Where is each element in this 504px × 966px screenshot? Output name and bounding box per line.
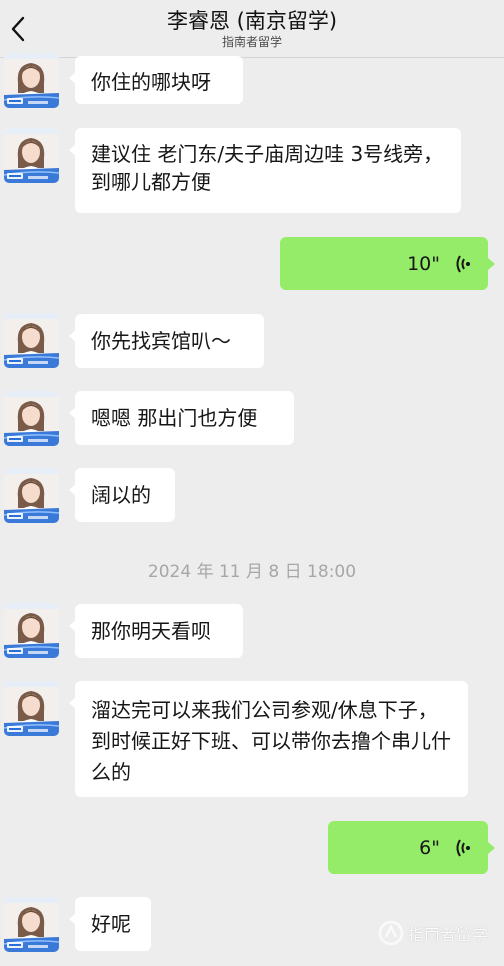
message-bubble-incoming[interactable]: 你先找宾馆叭～ bbox=[69, 314, 264, 368]
contact-avatar[interactable] bbox=[4, 313, 59, 368]
chat-timestamp: 2024 年 11 月 8 日 18:00 bbox=[147, 562, 357, 582]
voice-wave-icon bbox=[456, 254, 470, 273]
contact-avatar[interactable] bbox=[4, 681, 59, 736]
contact-avatar[interactable] bbox=[4, 468, 59, 523]
contact-avatar[interactable] bbox=[4, 897, 59, 952]
voice-message-outgoing[interactable]: 6" bbox=[328, 821, 495, 874]
chat-header: 李睿恩 (南京留学) 指南者留学 bbox=[0, 0, 504, 58]
voice-duration: 10" bbox=[407, 252, 440, 275]
voice-duration: 6" bbox=[419, 836, 440, 859]
voice-wave-icon bbox=[456, 838, 470, 857]
contact-avatar[interactable] bbox=[4, 128, 59, 183]
contact-avatar[interactable] bbox=[4, 53, 59, 108]
message-bubble-incoming[interactable]: 溜达完可以来我们公司参观/休息下子，到时候正好下班、可以带你去撸个串儿什么的 bbox=[69, 681, 468, 797]
watermark-logo-icon bbox=[378, 920, 404, 946]
message-bubble-incoming[interactable]: 嗯嗯 那出门也方便 bbox=[69, 391, 294, 445]
message-bubble-incoming[interactable]: 那你明天看呗 bbox=[69, 604, 243, 658]
voice-message-outgoing[interactable]: 10" bbox=[280, 237, 495, 290]
contact-avatar[interactable] bbox=[4, 603, 59, 658]
watermark-text: 指南者留学 bbox=[408, 925, 489, 944]
message-bubble-incoming[interactable]: 阔以的 bbox=[69, 468, 175, 522]
chat-subtitle: 指南者留学 bbox=[221, 35, 282, 49]
watermark: 指南者留学 bbox=[378, 918, 498, 948]
chat-title[interactable]: 李睿恩 (南京留学) bbox=[0, 8, 504, 34]
contact-avatar[interactable] bbox=[4, 391, 59, 446]
message-bubble-incoming[interactable]: 好呢 bbox=[69, 897, 151, 951]
message-bubble-incoming[interactable]: 你住的哪块呀 bbox=[69, 56, 243, 104]
message-bubble-incoming[interactable]: 建议住 老门东/夫子庙周边哇 3号线旁，到哪儿都方便 bbox=[69, 128, 461, 213]
